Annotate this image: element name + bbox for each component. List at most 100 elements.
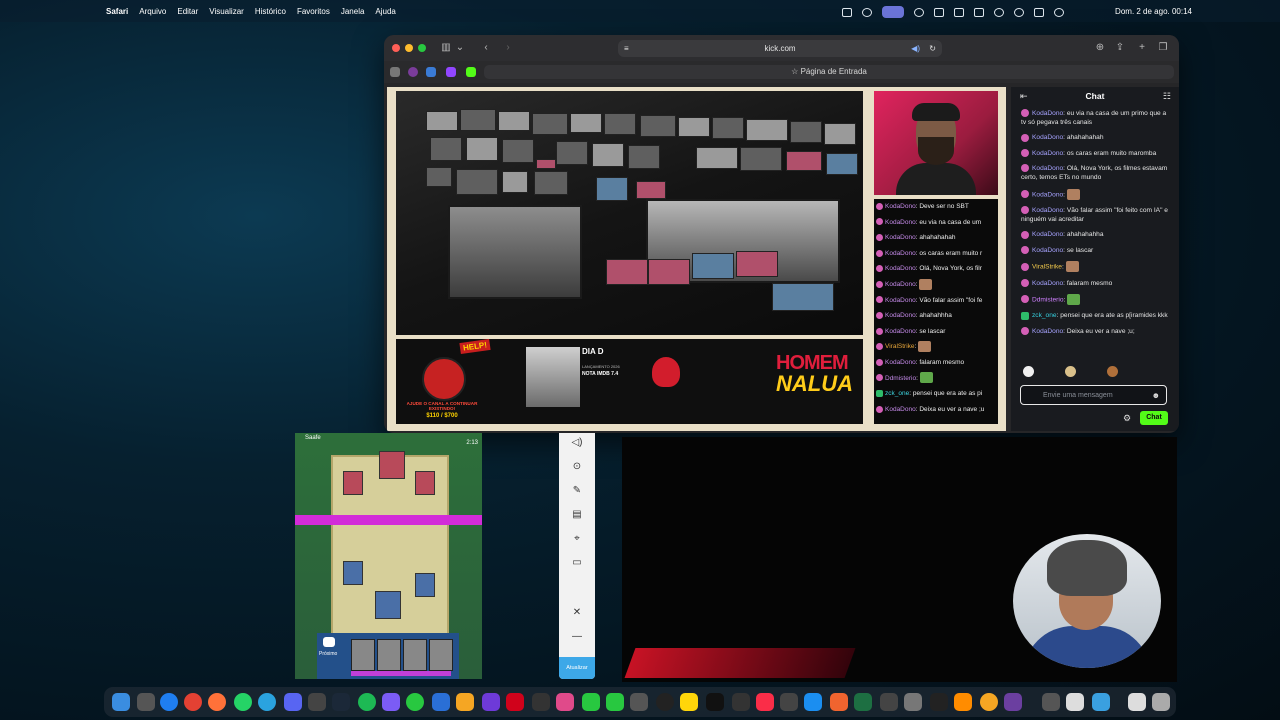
finder-icon[interactable] bbox=[112, 693, 130, 711]
apple-tv-icon[interactable] bbox=[706, 693, 724, 711]
record-icon[interactable]: ⊙ bbox=[571, 461, 583, 473]
chat-send-button[interactable]: Chat bbox=[1140, 411, 1168, 425]
card-slot[interactable] bbox=[377, 639, 401, 671]
menu-editar[interactable]: Editar bbox=[177, 7, 198, 16]
quick-emote-1[interactable] bbox=[1065, 366, 1076, 377]
downloads-folder-icon[interactable] bbox=[1128, 693, 1146, 711]
menubar-clock[interactable]: Dom. 2 de ago. 00:14 bbox=[1115, 7, 1192, 16]
tab-overview-icon[interactable]: ❐ bbox=[1157, 42, 1169, 53]
app-icon[interactable] bbox=[780, 693, 798, 711]
launchpad-icon[interactable] bbox=[137, 693, 155, 711]
screenshot-icon[interactable] bbox=[532, 693, 550, 711]
close-window-button[interactable] bbox=[392, 44, 400, 52]
messages-icon[interactable] bbox=[406, 693, 424, 711]
users-icon[interactable]: ☷ bbox=[1163, 91, 1171, 102]
firefox-icon[interactable] bbox=[208, 693, 226, 711]
battery-icon[interactable] bbox=[974, 7, 984, 17]
pen-icon[interactable]: ✎ bbox=[571, 485, 583, 497]
menu-visualizar[interactable]: Visualizar bbox=[209, 7, 244, 16]
tab-pagina-de-entrada[interactable]: ☆ Página de Entrada bbox=[484, 65, 1174, 79]
download-icon[interactable]: ⊕ bbox=[1094, 42, 1106, 53]
emote-button-icon[interactable] bbox=[323, 637, 335, 647]
app-icon[interactable] bbox=[556, 693, 574, 711]
bolt-status-icon[interactable] bbox=[934, 7, 944, 17]
chat-message-input[interactable]: Envie uma mensagem ☻ bbox=[1020, 385, 1167, 405]
close-icon[interactable]: ✕ bbox=[571, 607, 583, 619]
search-icon[interactable] bbox=[1014, 7, 1024, 17]
trash-icon[interactable] bbox=[1152, 693, 1170, 711]
reload-icon[interactable]: ↻ bbox=[929, 40, 936, 57]
fav-icon-3[interactable] bbox=[426, 67, 436, 77]
mail-icon[interactable] bbox=[432, 693, 450, 711]
new-tab-icon[interactable]: + bbox=[1136, 42, 1148, 53]
screen-icon[interactable]: ▭ bbox=[571, 557, 583, 569]
safari-icon[interactable] bbox=[160, 693, 178, 711]
card-slot[interactable] bbox=[351, 639, 375, 671]
record-status-icon[interactable] bbox=[862, 7, 872, 17]
terminal-icon[interactable] bbox=[930, 693, 948, 711]
siri-icon[interactable] bbox=[1054, 7, 1064, 17]
fav-icon-1[interactable] bbox=[390, 67, 400, 77]
photos-icon[interactable] bbox=[456, 693, 474, 711]
menu-janela[interactable]: Janela bbox=[341, 7, 365, 16]
steam-icon[interactable] bbox=[332, 693, 350, 711]
music-icon[interactable] bbox=[756, 693, 774, 711]
app-icon[interactable] bbox=[656, 693, 674, 711]
phone-icon[interactable] bbox=[606, 693, 624, 711]
spotify-icon[interactable] bbox=[358, 693, 376, 711]
app-icon[interactable] bbox=[1004, 693, 1022, 711]
quick-emote-2[interactable] bbox=[1107, 366, 1118, 377]
reader-icon[interactable]: ≡ bbox=[624, 40, 629, 57]
app-icon[interactable] bbox=[482, 693, 500, 711]
app-icon[interactable] bbox=[880, 693, 898, 711]
emoji-picker-icon[interactable] bbox=[1023, 366, 1034, 377]
app-store-icon[interactable] bbox=[804, 693, 822, 711]
facetime-icon[interactable] bbox=[582, 693, 600, 711]
clipboard-icon[interactable]: ▤ bbox=[571, 509, 583, 521]
app-icon[interactable] bbox=[308, 693, 326, 711]
address-bar[interactable]: ≡ kick.com ◀) ↻ bbox=[618, 40, 942, 57]
chat-message-list[interactable]: KodaDono: eu via na casa de um primo que… bbox=[1021, 109, 1173, 361]
facecam-bubble[interactable] bbox=[1013, 534, 1161, 668]
menu-app-name[interactable]: Safari bbox=[106, 7, 128, 16]
app-icon[interactable] bbox=[732, 693, 750, 711]
back-icon[interactable]: ‹ bbox=[480, 42, 492, 53]
app-icon[interactable] bbox=[382, 693, 400, 711]
chevron-down-icon[interactable]: ⌄ bbox=[454, 42, 466, 53]
screen-share-status-icon[interactable] bbox=[882, 6, 904, 18]
stream-video[interactable] bbox=[396, 91, 863, 335]
pin-icon[interactable]: ⌖ bbox=[571, 533, 583, 545]
app-icon[interactable] bbox=[980, 693, 998, 711]
card-slot[interactable] bbox=[429, 639, 453, 671]
phone-mirror-window[interactable]: Saafe 2:13 Próximo bbox=[295, 433, 482, 679]
minimize-window-button[interactable] bbox=[405, 44, 413, 52]
card-slot[interactable] bbox=[403, 639, 427, 671]
stream-player[interactable]: KodaDono: Deve ser no SBT KodaDono: eu v… bbox=[387, 87, 1006, 431]
lock-status-icon[interactable] bbox=[842, 7, 852, 17]
document-icon[interactable] bbox=[1066, 693, 1084, 711]
discord-icon[interactable] bbox=[284, 693, 302, 711]
kick-icon[interactable] bbox=[466, 67, 476, 77]
audio-icon[interactable]: ◀) bbox=[911, 40, 920, 57]
menu-ajuda[interactable]: Ajuda bbox=[375, 7, 395, 16]
update-button[interactable]: Atualizar bbox=[559, 657, 595, 679]
whatsapp-icon[interactable] bbox=[234, 693, 252, 711]
telegram-icon[interactable] bbox=[258, 693, 276, 711]
app-icon[interactable] bbox=[506, 693, 524, 711]
system-settings-icon[interactable] bbox=[904, 693, 922, 711]
zoom-window-button[interactable] bbox=[418, 44, 426, 52]
app-icon[interactable] bbox=[1042, 693, 1060, 711]
wifi-icon[interactable] bbox=[994, 7, 1004, 17]
app-icon[interactable] bbox=[830, 693, 848, 711]
control-status-icon[interactable] bbox=[954, 7, 964, 17]
menu-historico[interactable]: Histórico bbox=[255, 7, 286, 16]
minimize-icon[interactable]: — bbox=[571, 631, 583, 643]
excel-icon[interactable] bbox=[854, 693, 872, 711]
play-status-icon[interactable] bbox=[914, 7, 924, 17]
notes-icon[interactable] bbox=[680, 693, 698, 711]
sidebar-icon[interactable]: ▥ bbox=[440, 42, 452, 53]
forward-icon[interactable]: › bbox=[502, 42, 514, 53]
emoji-icon[interactable]: ☻ bbox=[1152, 386, 1160, 406]
chrome-icon[interactable] bbox=[184, 693, 202, 711]
app-icon[interactable] bbox=[1092, 693, 1110, 711]
